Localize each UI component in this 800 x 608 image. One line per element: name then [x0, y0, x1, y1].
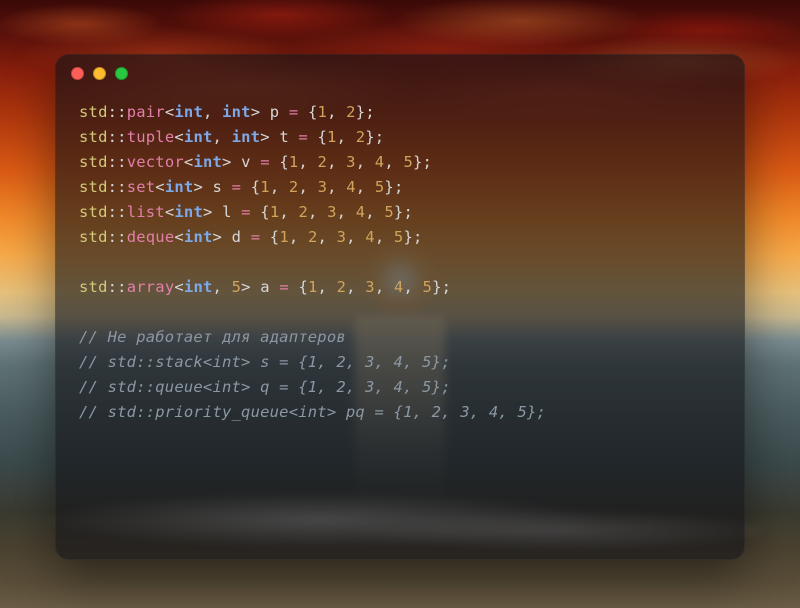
code-line: std::list<int> l = {1, 2, 3, 4, 5};: [79, 200, 721, 225]
code-comment-line: // std::priority_queue<int> pq = {1, 2, …: [79, 400, 721, 425]
close-icon[interactable]: [71, 67, 84, 80]
code-comment-line: // std::queue<int> q = {1, 2, 3, 4, 5};: [79, 375, 721, 400]
code-line: std::tuple<int, int> t = {1, 2};: [79, 125, 721, 150]
code-blank-line: [79, 300, 721, 325]
code-comment-line: // Не работает для адаптеров: [79, 325, 721, 350]
minimize-icon[interactable]: [93, 67, 106, 80]
code-line: std::deque<int> d = {1, 2, 3, 4, 5};: [79, 225, 721, 250]
code-comment-line: // std::stack<int> s = {1, 2, 3, 4, 5};: [79, 350, 721, 375]
code-line: std::array<int, 5> a = {1, 2, 3, 4, 5};: [79, 275, 721, 300]
code-editor-content: std::pair<int, int> p = {1, 2};std::tupl…: [55, 92, 745, 443]
code-blank-line: [79, 250, 721, 275]
zoom-icon[interactable]: [115, 67, 128, 80]
window-titlebar: [55, 54, 745, 92]
code-line: std::pair<int, int> p = {1, 2};: [79, 100, 721, 125]
terminal-window: std::pair<int, int> p = {1, 2};std::tupl…: [55, 54, 745, 560]
code-line: std::set<int> s = {1, 2, 3, 4, 5};: [79, 175, 721, 200]
code-line: std::vector<int> v = {1, 2, 3, 4, 5};: [79, 150, 721, 175]
